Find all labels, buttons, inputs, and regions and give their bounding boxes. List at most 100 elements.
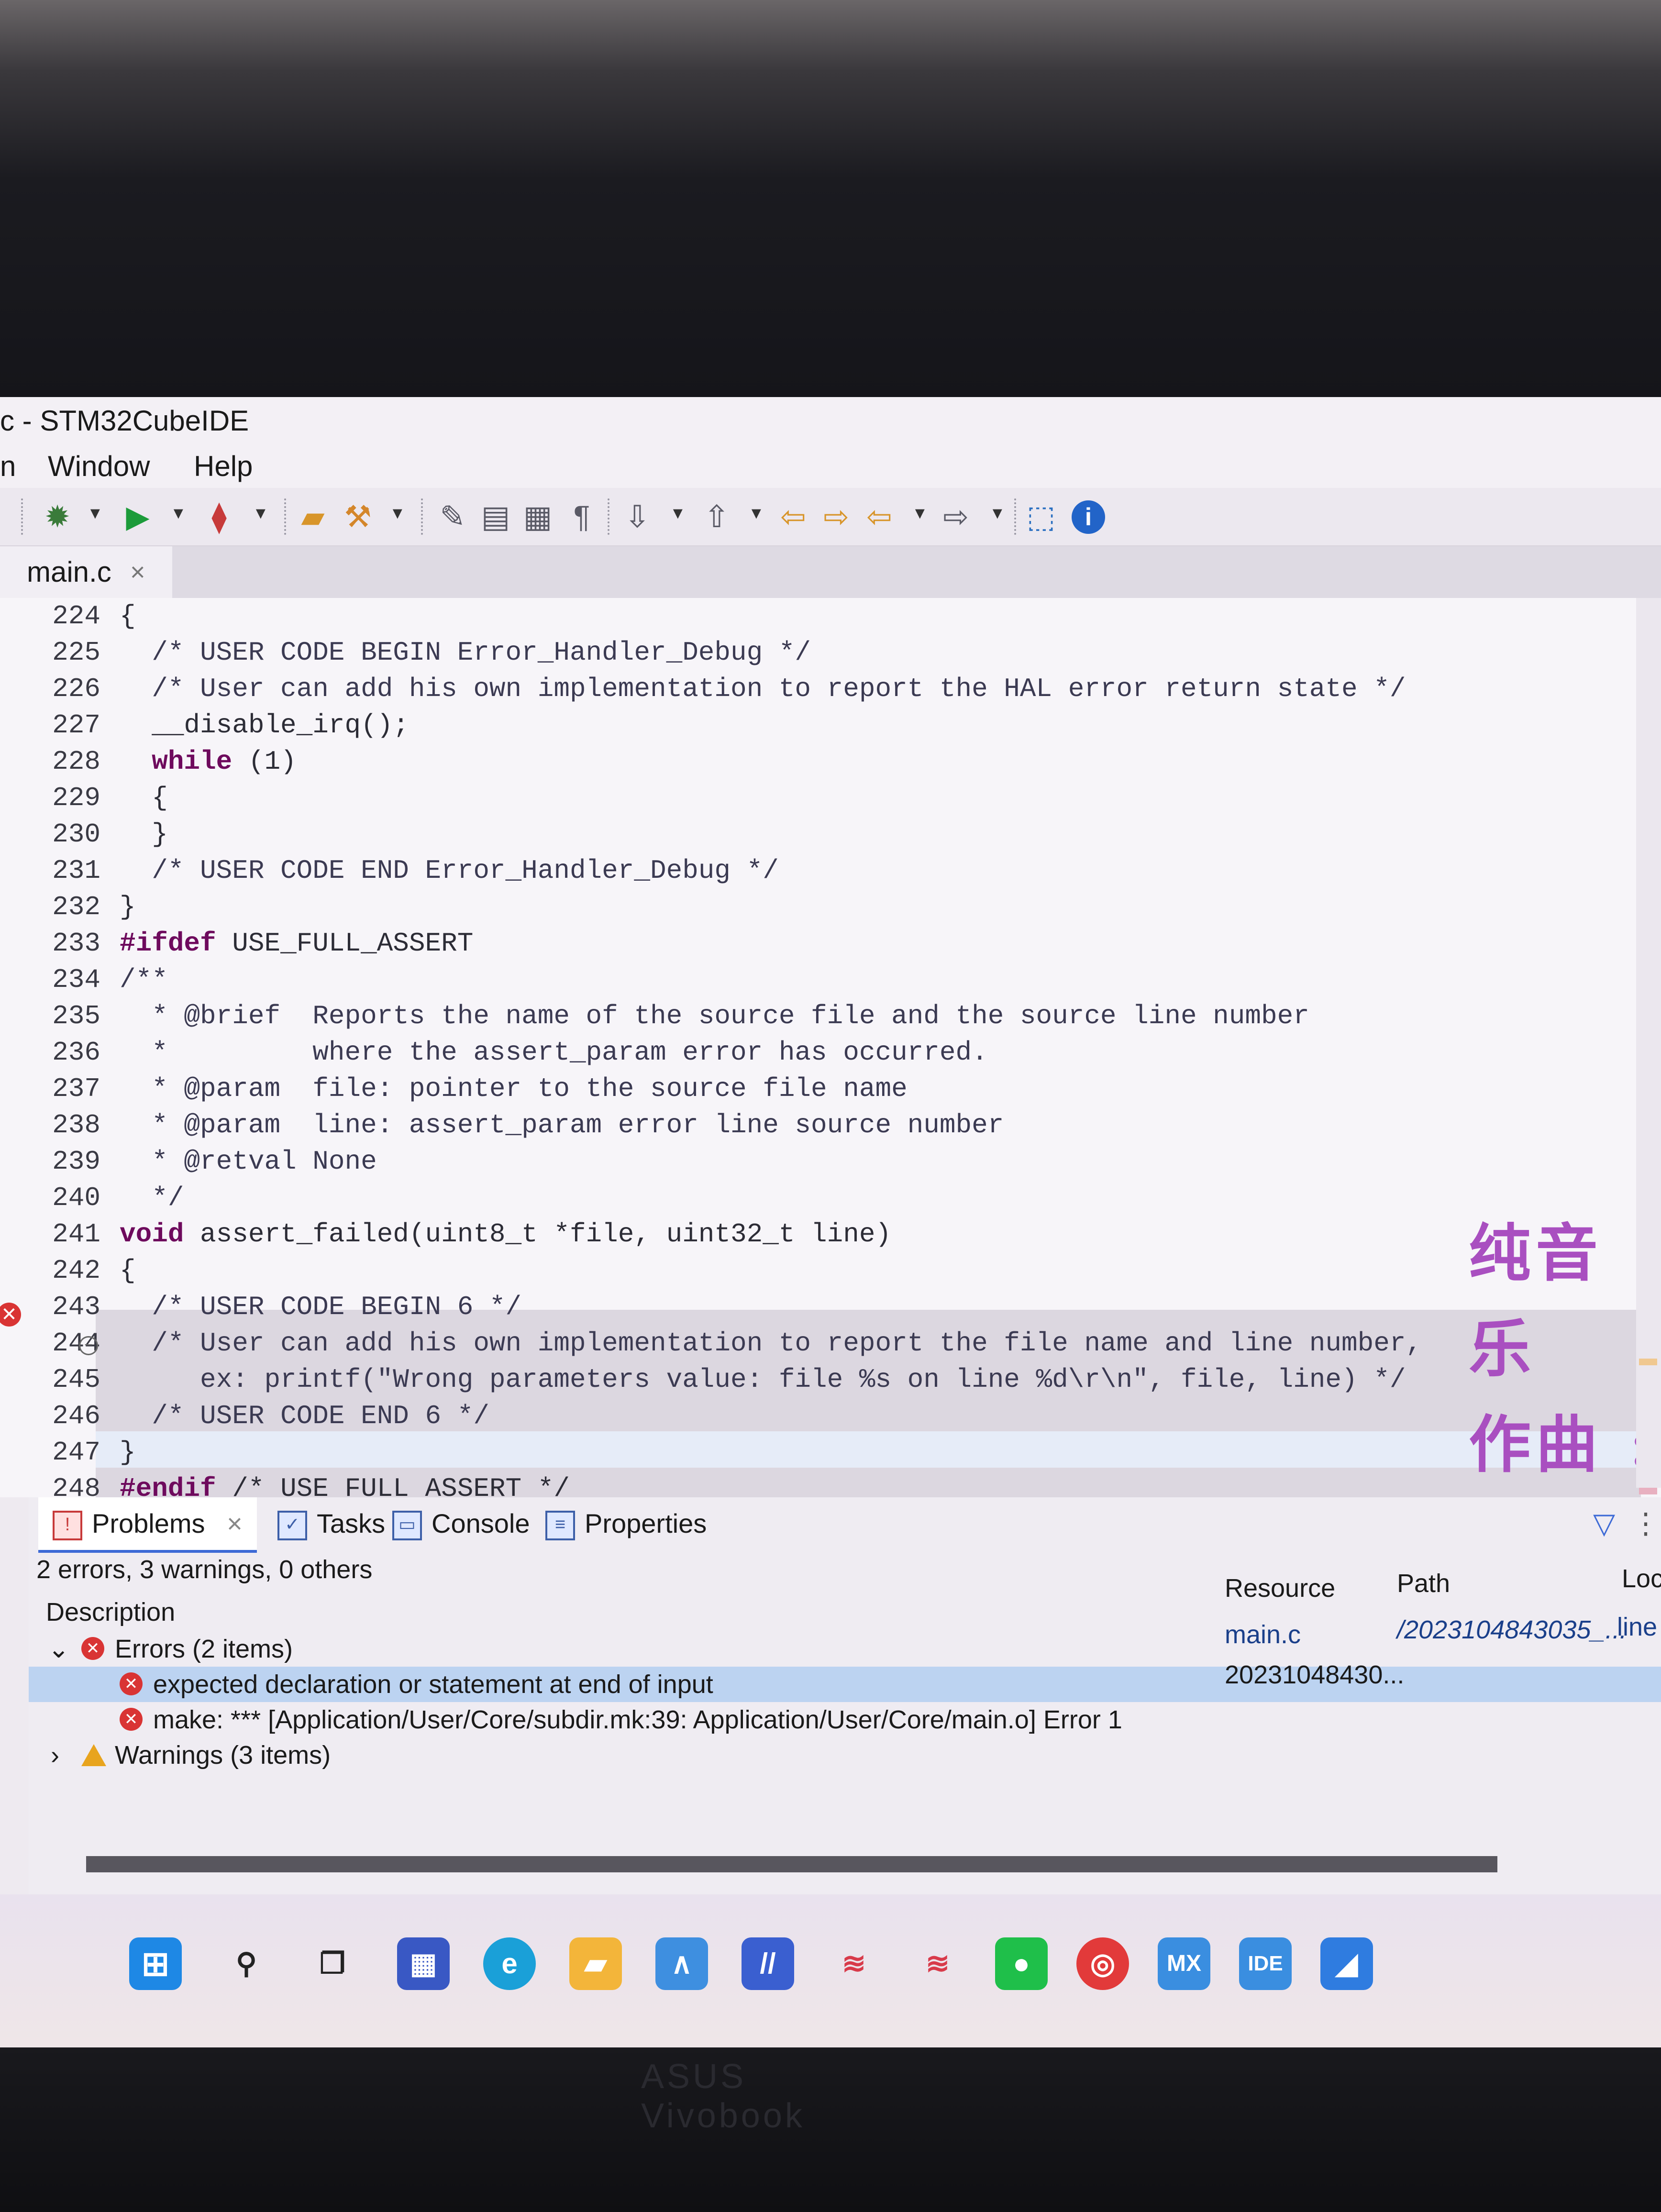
microsoft-store-icon[interactable]: ▦ [397,1937,450,1990]
tab-main-c[interactable]: main.c × [0,546,172,598]
external-tools-dropdown-icon[interactable]: ▼ [253,504,269,523]
ruler-error-mark[interactable] [1639,1488,1657,1494]
external-tools-icon[interactable]: ⧫ [201,498,237,535]
block-selection-icon[interactable]: ▦ [520,498,556,535]
tab-properties[interactable]: ≡ Properties [545,1497,707,1550]
menu-window[interactable]: Window [48,445,150,488]
stm32cubemx-icon[interactable]: MX [1158,1937,1210,1990]
app-icon-3[interactable]: ≋ [828,1937,880,1990]
debug-icon[interactable]: ✹ [39,498,76,535]
tab-tasks[interactable]: ✓ Tasks [277,1497,385,1550]
code-line[interactable]: 227 __disable_irq(); [0,707,1627,743]
app-icon-2[interactable]: // [742,1937,794,1990]
code-line[interactable]: 226 /* User can add his own implementati… [0,671,1627,707]
code-line[interactable]: 235 * @brief Reports the name of the sou… [0,998,1627,1034]
code-line[interactable]: 247} [0,1434,1627,1471]
problems-row-error-1[interactable]: ✕ expected declaration or statement at e… [29,1660,1661,1702]
file-explorer-icon[interactable]: ▰ [569,1937,622,1990]
pen-icon[interactable]: ✎ [434,498,471,535]
task-view-icon[interactable]: ❐ [306,1937,359,1990]
code-line[interactable]: 242 { [0,1252,1627,1289]
code-line[interactable]: 225 /* USER CODE BEGIN Error_Handler_Deb… [0,634,1627,671]
close-icon[interactable]: × [130,546,145,598]
code-line[interactable]: 228 while (1) [0,743,1627,780]
horizontal-scrollbar[interactable] [86,1856,1497,1872]
code-line[interactable]: 241 void assert_failed(uint8_t *file, uin… [0,1216,1627,1252]
wechat-icon[interactable]: ● [995,1937,1048,1990]
error-1-description: expected declaration or statement at end… [153,1670,713,1699]
code-line[interactable]: 239 * @retval None [0,1143,1627,1180]
netease-music-icon[interactable]: ◎ [1076,1937,1129,1990]
toolbar-separator [1014,498,1018,535]
code-line[interactable]: 224 { [0,598,1627,634]
tab-problems[interactable]: ! Problems × [38,1497,257,1553]
overview-ruler[interactable] [1636,598,1661,1523]
code-line[interactable]: 236 * where the assert_param error has o… [0,1034,1627,1071]
start-windows-icon[interactable]: ⊞ [129,1937,182,1990]
chevron-down-icon[interactable]: ⌄ [48,1631,69,1667]
code-line[interactable]: 245 ex: printf("Wrong parameters value: … [0,1361,1627,1398]
forward-edit-icon[interactable]: ⇨ [818,498,854,535]
column-path[interactable]: Path [1397,1564,1450,1603]
next-annotation-icon[interactable]: ⇩ [619,498,655,535]
edge-browser-icon[interactable]: e [483,1937,536,1990]
column-resource[interactable]: Resource [1225,1569,1335,1607]
next-annotation-dropdown-icon[interactable]: ▼ [670,504,686,523]
menu-help[interactable]: Help [194,445,253,488]
open-folder-icon[interactable]: ▰ [295,498,331,535]
close-icon[interactable]: × [227,1508,243,1538]
app-icon-1[interactable]: ∧ [655,1937,708,1990]
tab-console[interactable]: ▭ Console [392,1497,530,1550]
view-menu-icon[interactable]: ⋮ [1631,1497,1660,1550]
code-line[interactable]: 243 /* USER CODE BEGIN 6 */ [0,1289,1627,1325]
build-hammer-icon[interactable]: ⚒ [340,498,376,535]
code-line[interactable]: 229 { [0,780,1627,816]
previous-annotation-icon[interactable]: ⇧ [698,498,735,535]
previous-annotation-dropdown-icon[interactable]: ▼ [748,504,764,523]
back-icon[interactable]: ⇦ [861,498,897,535]
run-dropdown-icon[interactable]: ▼ [170,504,187,523]
fold-collapse-icon[interactable]: − [79,1336,98,1355]
code-line[interactable]: 238 * @param line: assert_param error li… [0,1107,1627,1143]
show-whitespace-icon[interactable]: ¶ [564,498,600,535]
menu-run[interactable]: n [0,445,16,488]
app-icon-5[interactable]: ◢ [1320,1937,1373,1990]
code-line[interactable]: 246 /* USER CODE END 6 */ [0,1398,1627,1434]
console-icon: ▭ [392,1511,422,1541]
build-dropdown-icon[interactable]: ▼ [389,504,406,523]
code-editor[interactable]: 224 {225 /* USER CODE BEGIN Error_Handler… [0,598,1661,1497]
filter-icon[interactable]: ▽ [1593,1497,1615,1550]
info-icon[interactable]: i [1072,500,1105,534]
problems-row-error-2[interactable]: ✕ make: *** [Application/User/Core/subdi… [29,1702,1661,1737]
last-edit-location-icon[interactable]: ⇦ [775,498,811,535]
code-text: while (1) [152,746,297,777]
code-line[interactable]: 248 #endif /* USE_FULL_ASSERT */ [0,1471,1627,1497]
forward-icon[interactable]: ⇨ [938,498,974,535]
toggle-mark-occurrences-icon[interactable]: ▤ [477,498,514,535]
ruler-warning-mark[interactable] [1639,1359,1657,1365]
code-line[interactable]: 234 /** [0,962,1627,998]
debug-dropdown-icon[interactable]: ▼ [87,504,103,523]
chevron-right-icon[interactable]: › [51,1737,59,1773]
column-description[interactable]: Description [46,1593,175,1631]
app-icon-4[interactable]: ≋ [911,1937,964,1990]
code-line[interactable]: 244 /* User can add his own implementati… [0,1325,1627,1361]
back-dropdown-icon[interactable]: ▼ [912,504,928,523]
code-line[interactable]: 230 } [0,816,1627,852]
column-location[interactable]: Loca [1622,1559,1661,1598]
search-icon[interactable]: ⚲ [220,1937,273,1990]
line-number: 248 [52,1473,100,1497]
stm32cubeide-icon[interactable]: IDE [1239,1937,1292,1990]
run-icon[interactable]: ▶ [120,498,156,535]
code-text: } [120,819,168,850]
code-line[interactable]: 232} [0,889,1627,925]
problems-group-warnings[interactable]: › Warnings (3 items) [29,1737,1661,1773]
open-perspective-icon[interactable]: ⬚ [1023,498,1059,535]
code-line[interactable]: 240 */ [0,1180,1627,1216]
problems-group-errors[interactable]: ⌄ ✕ Errors (2 items) main.c /20231048430… [29,1613,1661,1667]
forward-dropdown-icon[interactable]: ▼ [989,504,1006,523]
code-text: { [120,601,136,631]
code-line[interactable]: 231 /* USER CODE END Error_Handler_Debug… [0,852,1627,889]
code-line[interactable]: 237 * @param file: pointer to the source… [0,1071,1627,1107]
code-line[interactable]: 233 #ifdef USE_FULL_ASSERT [0,925,1627,962]
